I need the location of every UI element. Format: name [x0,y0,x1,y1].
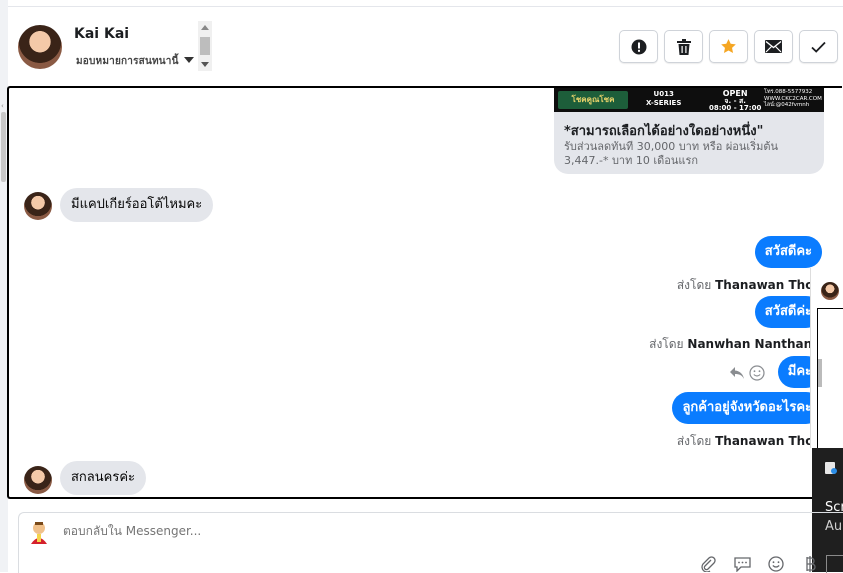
baht-icon [806,556,816,572]
scroll-down-icon[interactable] [201,62,209,67]
assign-scrollbar[interactable] [198,21,212,71]
email-button[interactable] [754,30,793,63]
incoming-message[interactable]: สกลนครค่ะ [60,461,147,495]
popup-scrollbar[interactable] [818,359,822,387]
scroll-up-icon[interactable] [201,25,209,30]
smiley-icon [768,556,784,572]
sent-by-label: ส่งโดย Nanwhan Nanthanit [649,335,822,354]
sender-name: Nanwhan Nanthanit [687,337,822,351]
banner-contact: โทร.088-5577932 WWW.CKC2CAR.COM ไลน์:@042f… [764,89,822,109]
banner-hours: OPEN จ. - ส. 08:00 - 17:00 [709,89,761,112]
message-actions [729,365,765,381]
sent-by-prefix: ส่งโดย [676,278,712,292]
scroll-tick: ‹ [1,102,4,110]
attachment-button[interactable] [698,555,718,573]
assign-conversation-dropdown[interactable]: มอบหมายการสนทนานี้ [76,54,194,69]
banner-code-text: U013 [653,90,674,98]
assign-scrollbar-thumb[interactable] [200,37,210,55]
page-avatar-icon [31,522,47,544]
emoji-button[interactable] [766,555,786,573]
sent-by-label: ส่งโดย Thanawan Thon [677,432,822,451]
sent-by-prefix: ส่งโดย [676,434,712,448]
promo-card-title: *สามารถเลือกได้อย่างใดอย่างหนึ่ง" [564,124,764,139]
outgoing-message[interactable]: ลูกค้าอยู่จังหวัดอะไรคะ [672,392,822,424]
payment-button[interactable] [800,555,820,573]
reply-box [18,512,843,573]
emoji-react-icon[interactable] [749,365,765,381]
star-button[interactable] [709,30,748,63]
banner-line: ไลน์:@042fvmnh [764,102,810,108]
sent-by-label: ส่งโดย Thanawan Thon [677,276,822,295]
promo-card-subtitle: รับส่วนลดทันที 30,000 บาท หรือ ผ่อนเริ่ม… [564,140,779,167]
sent-by-prefix: ส่งโดย [649,337,684,351]
top-divider [0,6,843,7]
avatar[interactable] [18,25,62,69]
avatar[interactable] [821,282,839,300]
chat-popup-body[interactable] [817,308,843,450]
notification-badge-icon [831,468,837,474]
incoming-message[interactable]: มีแคปเกียร์ออโต้ไหมคะ [60,188,214,222]
chat-bubble-icon [733,557,751,572]
assign-label: มอบหมายการสนทนานี้ [76,56,179,67]
envelope-icon [765,40,782,53]
avatar[interactable] [24,466,52,494]
promo-image[interactable]: โชคคูณโชค U013 X-SERIES OPEN จ. - ส. 08:00 … [554,88,824,112]
sender-name: Thanawan Thon [715,278,822,292]
delete-button[interactable] [664,30,703,63]
left-scrollbar-thumb[interactable] [1,112,6,182]
conversation-header: Kai Kai มอบหมายการสนทนานี้ [8,8,843,84]
reply-icon[interactable] [729,366,745,380]
alert-circle-icon [631,39,646,54]
action-toolbar [619,30,838,63]
banner-series: X-SERIES [646,99,682,107]
banner-code: U013 X-SERIES [646,90,681,108]
user-name[interactable]: Kai Kai [74,26,129,42]
check-icon [811,41,826,53]
outgoing-message[interactable]: สวัสดีคะ [754,236,822,268]
reply-tools [698,555,820,573]
caret-down-icon [183,57,194,63]
message-thread[interactable]: โชคคูณโชค U013 X-SERIES OPEN จ. - ส. 08:00 … [7,86,842,499]
chat-popup-window[interactable] [810,268,843,450]
promo-card[interactable]: *สามารถเลือกได้อย่างใดอย่างหนึ่ง" รับส่ว… [554,112,824,174]
star-icon [721,39,736,53]
reply-input[interactable] [63,524,563,538]
sender-name: Thanawan Thon [715,434,822,448]
saved-replies-button[interactable] [732,555,752,573]
banner-time: 08:00 - 17:00 [709,104,762,112]
brand-logo: โชคคูณโชค [558,91,628,109]
avatar[interactable] [24,192,52,220]
paperclip-icon [701,556,716,572]
alert-button[interactable] [619,30,658,63]
done-button[interactable] [799,30,838,63]
trash-icon [676,38,691,55]
